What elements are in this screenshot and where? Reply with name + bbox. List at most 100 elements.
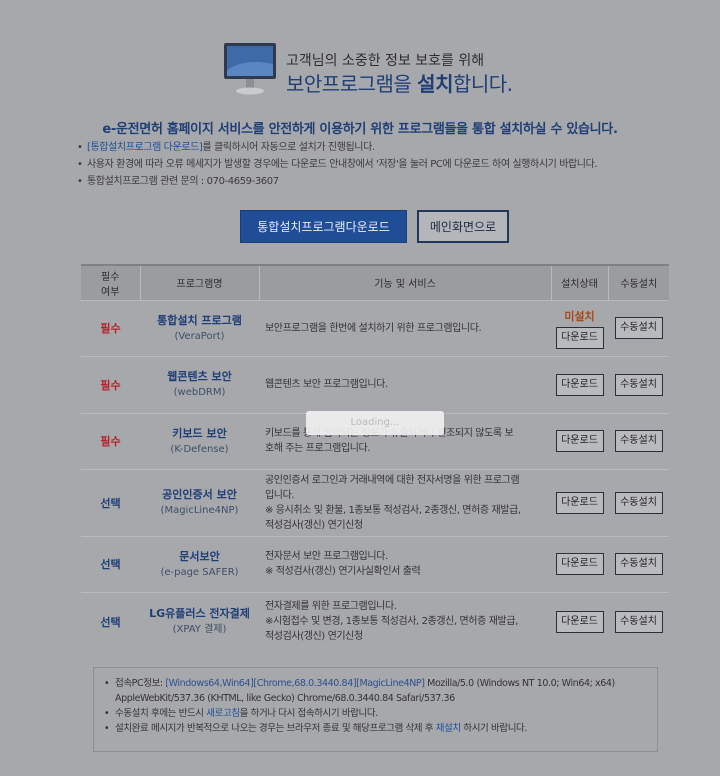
program-cell: 통합설치 프로그램 (VeraPort) xyxy=(140,299,259,356)
program-code: (webDRM) xyxy=(173,387,226,398)
program-name: 공인인증서 보안 xyxy=(162,488,237,501)
description-cell: 전자문서 보안 프로그램입니다. ※ 적성검사(갱신) 연기사실확인서 출력 xyxy=(259,535,551,592)
description-line: ※시험접수 및 변경, 1종보통 적성검사, 2종갱신, 면허증 재발급, xyxy=(265,616,518,628)
status-cell: 다운로드 xyxy=(551,591,608,651)
required-cell: 선택 xyxy=(81,468,140,536)
program-name: 웹콘텐츠 보안 xyxy=(167,370,232,383)
program-name: 키보드 보안 xyxy=(172,426,227,440)
reinstall-link[interactable]: 재설치 xyxy=(436,723,461,734)
table-row: 선택 문서보안 (e-page SAFER) 전자문서 보안 프로그램입니다. ※ … xyxy=(81,535,669,592)
pc-user-agent: Mozilla/5.0 (Windows NT 10.0; Win64; x64… xyxy=(424,678,615,689)
instruction-item: 사용자 환경에 따라 오류 메세지가 발생할 경우에는 다운로드 안내창에서 '… xyxy=(75,156,695,173)
pc-system-info: [Windows64,Win64][Chrome,68.0.3440.84][M… xyxy=(165,678,425,689)
required-cell: 필수 xyxy=(81,299,140,356)
table-row: 선택 공인인증서 보안 (MagicLine4NP) 공인인증서 로그인과 거래내… xyxy=(81,468,669,536)
program-cell: 공인인증서 보안 (MagicLine4NP) xyxy=(140,468,259,536)
manual-cell: 수동설치 xyxy=(608,591,669,651)
description-cell: 전자결제를 위한 프로그램입니다. ※시험접수 및 변경, 1종보통 적성검사, … xyxy=(259,591,551,651)
pc-info-label: 접속PC정보: xyxy=(115,678,166,689)
program-code: (e-page SAFER) xyxy=(160,566,239,578)
download-button[interactable]: 다운로드 xyxy=(555,430,604,452)
info-item: 수동설치 후에는 반드시 새로고침을 하거나 다시 접속하시기 바랍니다. xyxy=(102,706,647,721)
download-link[interactable]: [통합설치프로그램 다운로드] xyxy=(87,142,203,153)
main-page-button[interactable]: 메인화면으로 xyxy=(417,210,509,243)
program-code: (XPAY 결제) xyxy=(172,624,227,636)
header-required-l2: 여부 xyxy=(101,286,120,298)
manual-cell: 수동설치 xyxy=(608,535,669,592)
description-line: 공인인증서 로그인과 거래내역에 대한 전자서명을 위한 프로그램 xyxy=(265,474,520,486)
program-name: LG유플러스 전자결제 xyxy=(149,607,250,621)
download-button[interactable]: 다운로드 xyxy=(555,610,604,633)
loading-overlay: Loading... xyxy=(306,411,444,435)
table-row: 선택 LG유플러스 전자결제 (XPAY 결제) 전자결제를 위한 프로그램입니다… xyxy=(81,591,669,651)
status-cell: 다운로드 xyxy=(551,412,608,469)
required-cell: 선택 xyxy=(81,591,140,651)
program-cell: LG유플러스 전자결제 (XPAY 결제) xyxy=(140,591,259,651)
download-all-button[interactable]: 통합설치프로그램다운로드 xyxy=(240,210,407,243)
header-title-bold: 설치 xyxy=(417,72,453,96)
download-button[interactable]: 다운로드 xyxy=(555,553,604,575)
download-button[interactable]: 다운로드 xyxy=(555,373,604,396)
status-cell: 다운로드 xyxy=(551,468,608,536)
status-cell: 미설치다운로드 xyxy=(551,299,608,356)
manual-cell: 수동설치 xyxy=(608,355,669,413)
manual-cell: 수동설치 xyxy=(608,299,669,356)
description-line: ※ 적성검사(갱신) 연기사실확인서 출력 xyxy=(265,566,421,577)
description-cell: 웹콘텐츠 보안 프로그램입니다. xyxy=(259,355,551,413)
monitor-icon xyxy=(224,43,276,95)
info-item: 설치완료 메시지가 반복적으로 나오는 경우는 브라우저 종료 및 해당프로그램… xyxy=(102,721,647,736)
table-row: 필수 웹콘텐츠 보안 (webDRM) 웹콘텐츠 보안 프로그램입니다. 다운로드… xyxy=(81,355,669,413)
description-line: ※ 응시취소 및 환불, 1종보통 적성검사, 2종갱신, 면허증 재발급, xyxy=(265,504,521,516)
header-manual: 수동설치 xyxy=(607,264,669,300)
program-name: 통합설치 프로그램 xyxy=(157,313,242,327)
description-cell: 공인인증서 로그인과 거래내역에 대한 전자서명을 위한 프로그램입니다. ※ 응… xyxy=(259,468,551,536)
header-status: 설치상태 xyxy=(550,264,608,300)
manual-install-button[interactable]: 수동설치 xyxy=(614,430,663,452)
manual-install-button[interactable]: 수동설치 xyxy=(614,317,663,339)
description-line: 적성검사(갱신) 연기신청 xyxy=(265,519,363,531)
pc-user-agent-cont: AppleWebKit/537.36 (KHTML, like Gecko) C… xyxy=(115,693,455,704)
description-line: 전자결제를 위한 프로그램입니다. xyxy=(265,601,397,613)
description-line: 적성검사(갱신) 연기신청 xyxy=(265,631,363,643)
table-row: 필수 통합설치 프로그램 (VeraPort) 보안프로그램을 한번에 설치하기 … xyxy=(81,299,669,356)
manual-install-button[interactable]: 수동설치 xyxy=(614,373,663,396)
status-cell: 다운로드 xyxy=(551,535,608,592)
required-cell: 선택 xyxy=(81,535,140,592)
table-header-row: 필수여부 프로그램명 기능 및 서비스 설치상태 수동설치 xyxy=(81,264,669,300)
install-status: 미설치 xyxy=(564,309,595,323)
refresh-link[interactable]: 새로고침 xyxy=(206,708,240,719)
instructions-list: [통합설치프로그램 다운로드]를 클릭하시어 자동으로 설치가 진행됩니다. 사… xyxy=(75,139,695,190)
download-button[interactable]: 다운로드 xyxy=(555,326,604,349)
info-text: 하시기 바랍니다. xyxy=(460,723,527,734)
header-function: 기능 및 서비스 xyxy=(258,264,551,300)
manual-install-button[interactable]: 수동설치 xyxy=(614,553,663,575)
manual-install-button[interactable]: 수동설치 xyxy=(614,491,663,514)
instruction-item: 통합설치프로그램 관련 문의 : 070-4659-3607 xyxy=(75,173,695,190)
info-item: 접속PC정보: [Windows64,Win64][Chrome,68.0.34… xyxy=(102,676,647,706)
info-text: 을 하거나 다시 접속하시기 바랍니다. xyxy=(239,708,379,719)
program-code: (K-Defense) xyxy=(170,443,229,455)
description-line: 보안프로그램을 한번에 설치하기 위한 프로그램입니다. xyxy=(265,322,482,334)
header-title-post: 합니다. xyxy=(452,72,513,96)
page-header: 고객님의 소중한 정보 보호를 위해 보안프로그램을 설치합니다. xyxy=(220,40,560,100)
header-required: 필수여부 xyxy=(81,264,140,300)
manual-install-button[interactable]: 수동설치 xyxy=(614,610,663,633)
header-required-l1: 필수 xyxy=(101,271,120,283)
intro-text: e-운전면허 홈페이지 서비스를 안전하게 이용하기 위한 프로그램들을 통합 … xyxy=(102,122,618,137)
pc-info-box: 접속PC정보: [Windows64,Win64][Chrome,68.0.34… xyxy=(93,667,658,752)
description-line: 입니다. xyxy=(265,489,295,501)
program-code: (MagicLine4NP) xyxy=(160,505,239,516)
info-text: 설치완료 메시지가 반복적으로 나오는 경우는 브라우저 종료 및 해당프로그램… xyxy=(115,723,436,734)
description-line: 웹콘텐츠 보안 프로그램입니다. xyxy=(265,379,388,390)
manual-cell: 수동설치 xyxy=(608,412,669,469)
status-cell: 다운로드 xyxy=(551,355,608,413)
program-cell: 문서보안 (e-page SAFER) xyxy=(140,535,259,592)
header-subtitle: 고객님의 소중한 정보 보호를 위해 xyxy=(286,53,485,69)
download-button[interactable]: 다운로드 xyxy=(555,491,604,514)
instruction-text: 를 클릭하시어 자동으로 설치가 진행됩니다. xyxy=(202,142,375,153)
header-title: 보안프로그램을 설치합니다. xyxy=(286,68,513,97)
manual-cell: 수동설치 xyxy=(608,468,669,536)
required-cell: 필수 xyxy=(81,355,140,413)
program-table: 필수 여부 프로그램명 기능 및 서비스 설치상태 수동설치 필수 통합설치 프로… xyxy=(81,264,669,651)
header-program-name: 프로그램명 xyxy=(139,264,259,300)
